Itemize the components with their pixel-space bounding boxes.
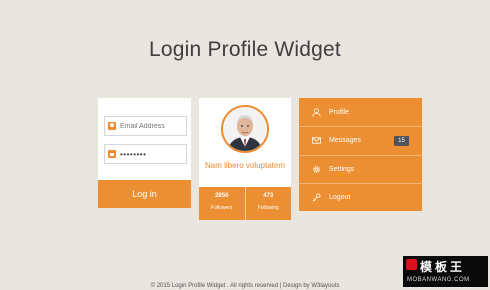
email-input[interactable] xyxy=(120,122,188,130)
lock-icon xyxy=(108,150,116,158)
stat-label: Followers xyxy=(211,205,233,211)
profile-stats: 2850 Followers 473 Following xyxy=(199,187,291,220)
menu-item-profile[interactable]: Profile xyxy=(299,98,422,126)
menu-item-label: Profile xyxy=(329,108,349,116)
watermark-url: MOBANWANG.COM xyxy=(407,277,470,283)
stat-followers[interactable]: 2850 Followers xyxy=(199,187,245,220)
stat-following[interactable]: 473 Following xyxy=(244,187,292,220)
gear-icon xyxy=(312,165,321,174)
menu-item-label: Messages xyxy=(329,137,361,145)
stat-value: 473 xyxy=(263,193,274,199)
avatar-portrait xyxy=(223,107,267,151)
messages-count-badge: 15 xyxy=(394,136,409,147)
menu-item-label: Logout xyxy=(329,193,351,201)
watermark-badge: 模板王 MOBANWANG.COM xyxy=(403,256,488,287)
user-icon xyxy=(312,107,321,117)
envelope-icon xyxy=(312,136,321,145)
avatar xyxy=(221,105,269,153)
menu-item-settings[interactable]: Settings xyxy=(299,154,422,183)
menu-item-logout[interactable]: Logout xyxy=(299,182,422,211)
menu-card: Profile Messages 15 Settings Logout xyxy=(299,98,422,211)
password-field[interactable] xyxy=(104,144,188,164)
user-icon xyxy=(108,122,116,130)
profile-card: Nam libero voluptatem 2850 Followers 473… xyxy=(199,98,291,220)
page-title: Login Profile Widget xyxy=(149,38,341,61)
watermark-title: 模板王 xyxy=(420,260,466,274)
profile-name: Nam libero voluptatem xyxy=(204,161,286,170)
stat-label: Following xyxy=(257,205,279,211)
password-input[interactable] xyxy=(120,149,188,159)
stat-value: 2850 xyxy=(215,193,229,199)
watermark-logo-icon xyxy=(406,259,417,270)
key-icon xyxy=(312,193,321,202)
menu-item-messages[interactable]: Messages 15 xyxy=(299,126,422,154)
menu-item-label: Settings xyxy=(329,165,355,173)
login-button[interactable]: Log in xyxy=(98,180,191,208)
login-card: Log in xyxy=(98,98,191,208)
email-field[interactable] xyxy=(104,116,188,136)
